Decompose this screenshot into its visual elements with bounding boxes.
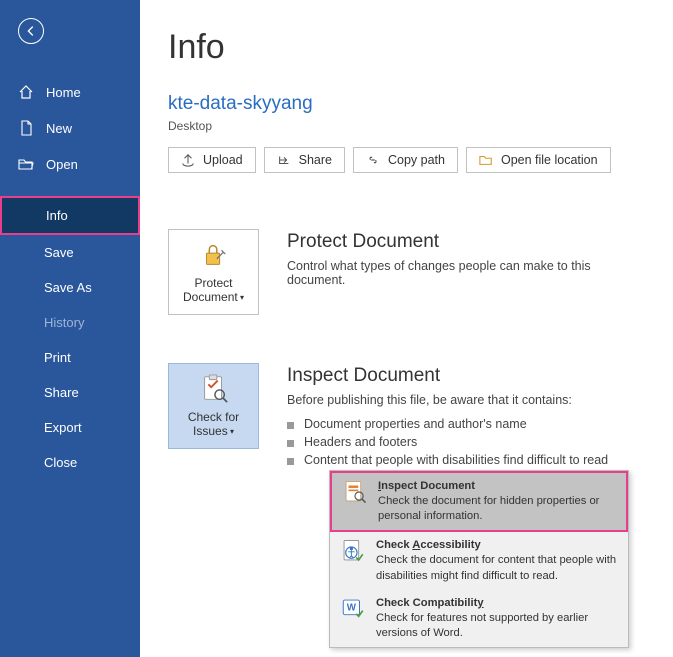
nav-label: Close [44,455,77,470]
nav-print[interactable]: Print [0,340,140,375]
nav-label: Save As [44,280,92,295]
inspect-bullets: Document properties and author's name He… [287,415,641,469]
nav-home[interactable]: Home [0,74,140,110]
protect-title: Protect Document [287,231,641,253]
nav-label: Save [44,245,74,260]
inspect-desc: Before publishing this file, be aware th… [287,393,641,407]
dropdown-check-accessibility[interactable]: Check Accessibility Check the document f… [330,532,628,589]
protect-section: Protect Document ▾ Protect Document Cont… [168,229,641,315]
open-location-button[interactable]: Open file location [466,147,611,173]
backstage-sidebar: Home New Open Info Save Save As History … [0,0,140,657]
protect-desc: Control what types of changes people can… [287,259,641,287]
nav-label: History [44,315,84,330]
nav-new[interactable]: New [0,110,140,146]
open-folder-icon [18,156,34,172]
big-button-label: Check for Issues ▾ [169,410,258,439]
dropdown-item-title: Check Accessibility [376,538,618,553]
document-location: Desktop [168,119,641,133]
share-button[interactable]: Share [264,147,345,173]
inspect-icon [199,374,229,404]
link-icon [366,153,380,167]
back-arrow-icon [24,24,38,38]
nav-info[interactable]: Info [0,196,140,235]
dropdown-item-title: Check Compatibility [376,596,618,611]
inspect-title: Inspect Document [287,365,641,387]
document-name-link[interactable]: kte-data-skyyang [168,93,641,115]
home-icon [18,84,34,100]
nav-label: New [46,121,72,136]
inspect-section: Check for Issues ▾ Inspect Document Befo… [168,363,641,469]
list-item: Document properties and author's name [287,415,641,433]
list-item: Headers and footers [287,433,641,451]
nav-open[interactable]: Open [0,146,140,182]
nav-history[interactable]: History [0,305,140,340]
check-for-issues-button[interactable]: Check for Issues ▾ [168,363,259,449]
check-issues-dropdown: Inspect Document Check the document for … [329,470,629,648]
accessibility-icon [340,538,366,564]
dropdown-check-compatibility[interactable]: W Check Compatibility Check for features… [330,590,628,647]
list-item: Content that people with disabilities fi… [287,451,641,469]
main-panel: Info kte-data-skyyang Desktop Upload Sha… [140,0,673,657]
share-icon [277,153,291,167]
back-button[interactable] [18,18,44,44]
page-title: Info [168,28,641,67]
upload-button[interactable]: Upload [168,147,256,173]
nav-export[interactable]: Export [0,410,140,445]
nav-label: Export [44,420,82,435]
nav-save[interactable]: Save [0,235,140,270]
dropdown-item-desc: Check the document for content that peop… [376,553,618,583]
action-label: Open file location [501,153,598,167]
new-document-icon [18,120,34,136]
nav-label: Home [46,85,81,100]
nav-share[interactable]: Share [0,375,140,410]
action-label: Share [299,153,332,167]
copy-path-button[interactable]: Copy path [353,147,458,173]
action-row: Upload Share Copy path Open file locatio… [168,147,641,173]
lock-icon [199,240,229,270]
nav-label: Open [46,157,78,172]
svg-text:W: W [347,602,357,613]
protect-document-button[interactable]: Protect Document ▾ [168,229,259,315]
upload-icon [181,153,195,167]
word-compat-icon: W [340,596,366,622]
big-button-label: Protect Document ▾ [169,276,258,305]
nav-close[interactable]: Close [0,445,140,480]
action-label: Copy path [388,153,445,167]
dropdown-item-desc: Check for features not supported by earl… [376,611,618,641]
nav-label: Info [46,208,68,223]
nav-label: Print [44,350,71,365]
nav-save-as[interactable]: Save As [0,270,140,305]
dropdown-item-desc: Check the document for hidden properties… [378,494,616,524]
document-search-icon [342,479,368,505]
nav-label: Share [44,385,79,400]
dropdown-item-title: Inspect Document [378,479,616,494]
dropdown-inspect-document[interactable]: Inspect Document Check the document for … [330,471,628,532]
folder-icon [479,153,493,167]
action-label: Upload [203,153,243,167]
